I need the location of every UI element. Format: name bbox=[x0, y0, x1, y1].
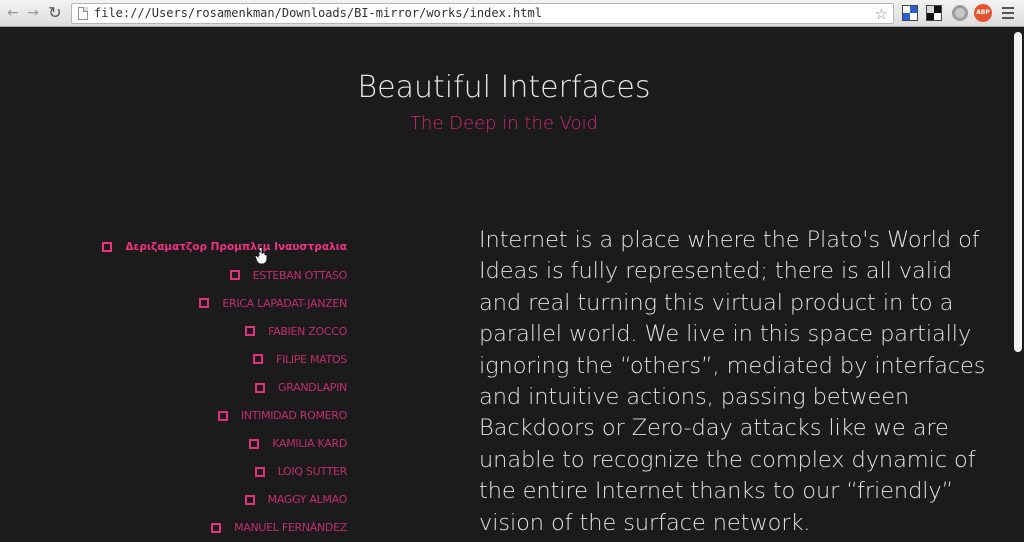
artist-name: MANUEL FERNÁNDEZ bbox=[234, 521, 347, 535]
reload-icon[interactable]: ↻ bbox=[46, 4, 64, 22]
address-bar[interactable]: file:///Users/rosamenkman/Downloads/BI-m… bbox=[71, 3, 894, 24]
artist-link[interactable]: FABIEN ZOCCO bbox=[100, 317, 347, 345]
artist-link[interactable]: LOIQ SUTTER bbox=[100, 458, 347, 486]
artist-link[interactable]: ESTEBAN OTTASO bbox=[100, 261, 347, 289]
extension-icon[interactable] bbox=[926, 5, 942, 21]
hand-cursor-icon bbox=[254, 247, 268, 265]
checkbox-square-icon bbox=[255, 382, 266, 393]
artist-name: FABIEN ZOCCO bbox=[268, 324, 347, 338]
page-content: Beautiful Interfaces The Deep in the Voi… bbox=[0, 28, 1012, 542]
checkbox-square-icon bbox=[229, 270, 240, 281]
artist-name: LOIQ SUTTER bbox=[277, 465, 348, 479]
artist-name: MAGGY ALMAO bbox=[267, 493, 348, 507]
scrollbar-thumb[interactable] bbox=[1014, 32, 1022, 352]
checkbox-square-icon bbox=[199, 298, 210, 309]
checkbox-square-icon bbox=[245, 326, 256, 337]
back-arrow-icon[interactable]: ← bbox=[4, 4, 22, 22]
artist-name: GRANDLAPIN bbox=[278, 381, 347, 395]
extension-icon[interactable] bbox=[952, 5, 968, 21]
artist-link[interactable]: MAGGY ALMAO bbox=[100, 486, 347, 514]
checkbox-square-icon bbox=[254, 466, 265, 477]
checkbox-square-icon bbox=[244, 494, 255, 505]
page-subtitle[interactable]: The Deep in the Void bbox=[0, 113, 1008, 134]
artist-name: INTIMIDAD ROMERO bbox=[240, 409, 347, 423]
adblock-icon[interactable]: ABP bbox=[974, 4, 992, 22]
forward-arrow-icon[interactable]: → bbox=[24, 4, 42, 22]
artist-link[interactable]: MANUEL FERNÁNDEZ bbox=[100, 514, 347, 542]
artist-link[interactable]: KAMILIA KARD bbox=[100, 430, 347, 458]
artist-name: KAMILIA KARD bbox=[272, 437, 347, 451]
artist-link[interactable]: FILIPE MATOS bbox=[100, 345, 347, 373]
artist-name: FILIPE MATOS bbox=[276, 352, 347, 366]
menu-icon[interactable] bbox=[1002, 7, 1014, 19]
artist-list: Δεριζαματζορ Προμπλεμ Ιναυστραλια ESTEBAN… bbox=[100, 233, 347, 542]
artist-link[interactable]: ERICA LAPADAT-JANZEN bbox=[100, 289, 347, 317]
checkbox-square-icon bbox=[211, 522, 222, 533]
checkbox-square-icon bbox=[253, 354, 264, 365]
page-title: Beautiful Interfaces bbox=[357, 70, 651, 105]
checkbox-square-icon bbox=[249, 438, 260, 449]
checkbox-square-icon bbox=[217, 410, 228, 421]
artist-name: ESTEBAN OTTASO bbox=[252, 268, 348, 282]
body-text: Internet is a place where the Plato's Wo… bbox=[479, 227, 986, 536]
artist-link[interactable]: GRANDLAPIN bbox=[100, 373, 347, 401]
star-icon[interactable]: ☆ bbox=[875, 4, 888, 24]
artist-name: ERICA LAPADAT-JANZEN bbox=[222, 296, 347, 310]
scrollbar[interactable] bbox=[1012, 28, 1024, 542]
checkbox-square-icon bbox=[102, 242, 113, 253]
artist-link[interactable]: Δεριζαματζορ Προμπλεμ Ιναυστραλια bbox=[100, 233, 347, 261]
browser-toolbar: ← → ↻ file:///Users/rosamenkman/Download… bbox=[0, 0, 1024, 27]
page-icon bbox=[78, 7, 88, 20]
artist-name: Δεριζαματζορ Προμπλεμ Ιναυστραλια bbox=[125, 241, 347, 254]
extension-icon[interactable] bbox=[902, 5, 918, 21]
url-text[interactable]: file:///Users/rosamenkman/Downloads/BI-m… bbox=[94, 6, 542, 20]
artist-link[interactable]: INTIMIDAD ROMERO bbox=[100, 402, 347, 430]
